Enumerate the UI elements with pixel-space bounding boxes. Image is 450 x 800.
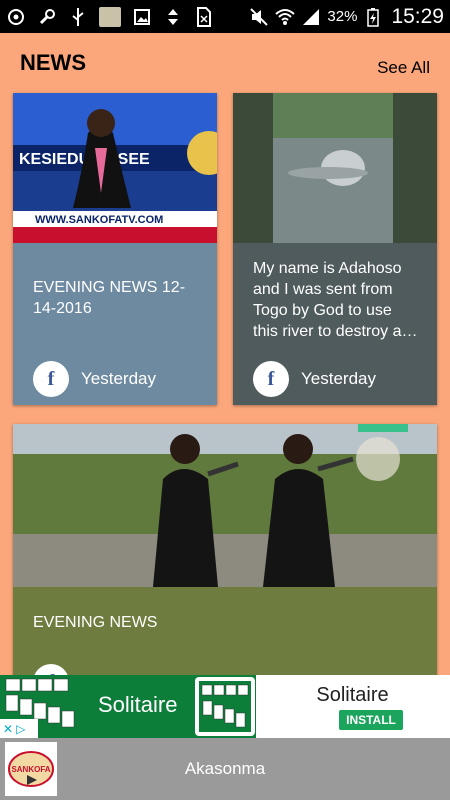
facebook-icon: f [33, 361, 69, 397]
ad-title: Solitaire [316, 684, 389, 706]
news-card-date: Yesterday [81, 369, 156, 388]
news-thumbnail [13, 424, 437, 587]
news-card-footer: f Yesterday [253, 361, 376, 397]
news-card-date: Yesterday [301, 369, 376, 388]
signal-icon [301, 7, 321, 27]
news-card-title: EVENING NEWS 12-14-2016 [33, 279, 186, 317]
app-notification-icon [99, 6, 121, 27]
news-card-title: My name is Adahoso and I was sent from T… [253, 260, 409, 340]
sim-card-icon [194, 6, 214, 27]
news-card[interactable]: EVENING NEWS f Yesterday [13, 424, 437, 684]
facebook-icon: f [253, 361, 289, 397]
sort-arrows-icon [163, 7, 183, 27]
news-card[interactable]: My name is Adahoso and I was sent from T… [233, 93, 437, 405]
status-bar: 32% 15:29 [0, 0, 450, 33]
news-thumbnail: KESIEDU KASEE WWW.SANKOFATV.COM [13, 93, 217, 243]
now-playing-title: Akasonma [184, 759, 266, 778]
battery-charging-icon [363, 7, 383, 27]
location-target-icon [6, 7, 26, 27]
install-button[interactable]: INSTALL [339, 710, 403, 730]
wifi-icon [275, 7, 296, 27]
adchoices-icon[interactable]: ✕ ▷ [0, 719, 38, 738]
clock: 15:29 [391, 4, 444, 28]
news-card-footer: f Yesterday [33, 361, 156, 397]
battery-percent: 32% [327, 8, 358, 25]
section-title: NEWS [20, 50, 86, 75]
image-icon [132, 7, 152, 27]
ad-banner[interactable]: Solitaire ✕ ▷ Solitaire INSTALL [0, 675, 450, 738]
mute-icon [249, 7, 269, 27]
news-card[interactable]: KESIEDU KASEE WWW.SANKOFATV.COM EVENING … [13, 93, 217, 405]
thumb-url-text: WWW.SANKOFATV.COM [35, 214, 163, 226]
news-card-title: EVENING NEWS [33, 614, 158, 631]
ad-image[interactable]: Solitaire [0, 675, 256, 738]
usb-icon [68, 7, 88, 27]
see-all-link[interactable]: See All [377, 58, 430, 78]
news-thumbnail [233, 93, 437, 243]
ad-title-left: Solitaire [98, 692, 178, 717]
wrench-icon [37, 7, 57, 27]
now-playing-bar[interactable]: SANKOFA Akasonma [0, 738, 450, 800]
